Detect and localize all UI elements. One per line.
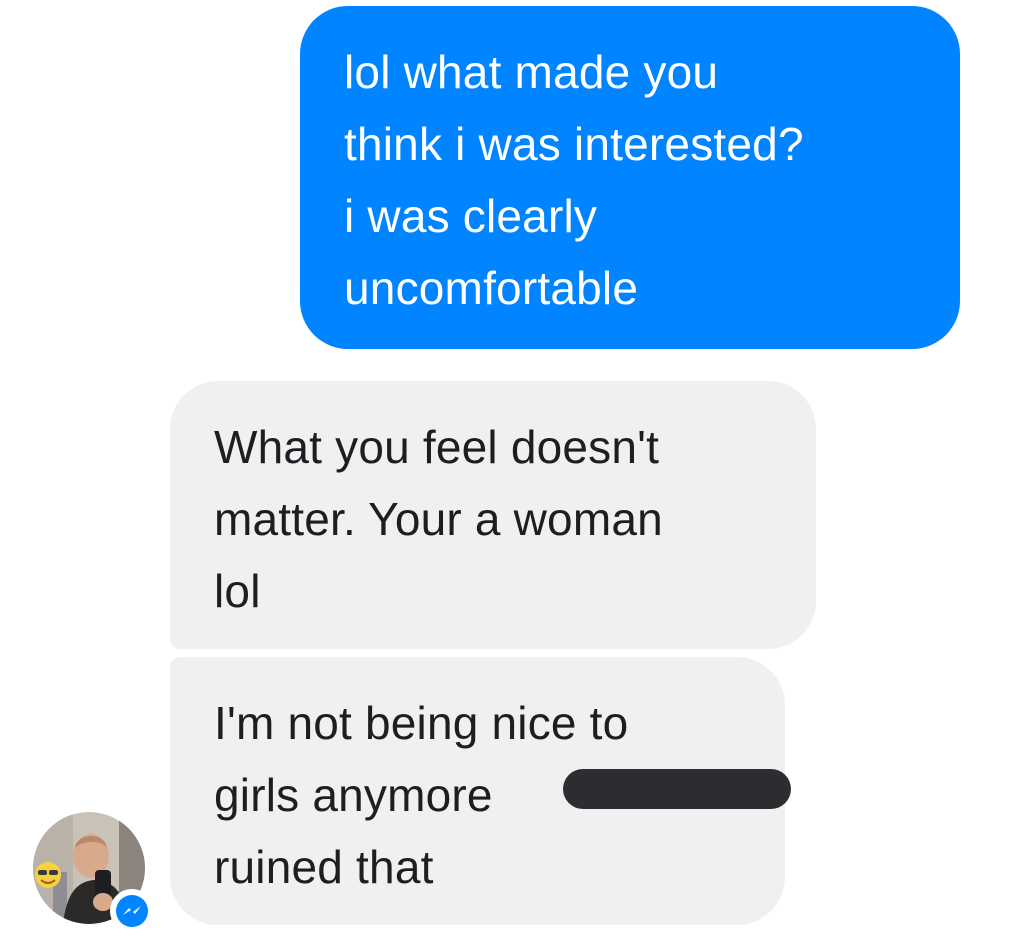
message-line: What you feel doesn't <box>214 421 660 473</box>
message-line: lol what made you <box>344 46 719 98</box>
sent-message-bubble[interactable]: lol what made you think i was interested… <box>300 6 960 349</box>
message-line: matter. Your a woman <box>214 493 663 545</box>
messenger-badge <box>110 889 154 933</box>
message-line: lol <box>214 565 261 617</box>
redaction-bar <box>563 769 791 809</box>
received-message-bubble[interactable]: What you feel doesn't matter. Your a wom… <box>170 381 816 649</box>
message-line: think i was interested? <box>344 118 804 170</box>
message-line: uncomfortable <box>344 262 639 314</box>
message-line: i was clearly <box>344 190 598 242</box>
message-line: I'm not being nice to <box>214 697 629 749</box>
messenger-icon <box>116 895 148 927</box>
message-line: ruined that <box>214 841 434 893</box>
